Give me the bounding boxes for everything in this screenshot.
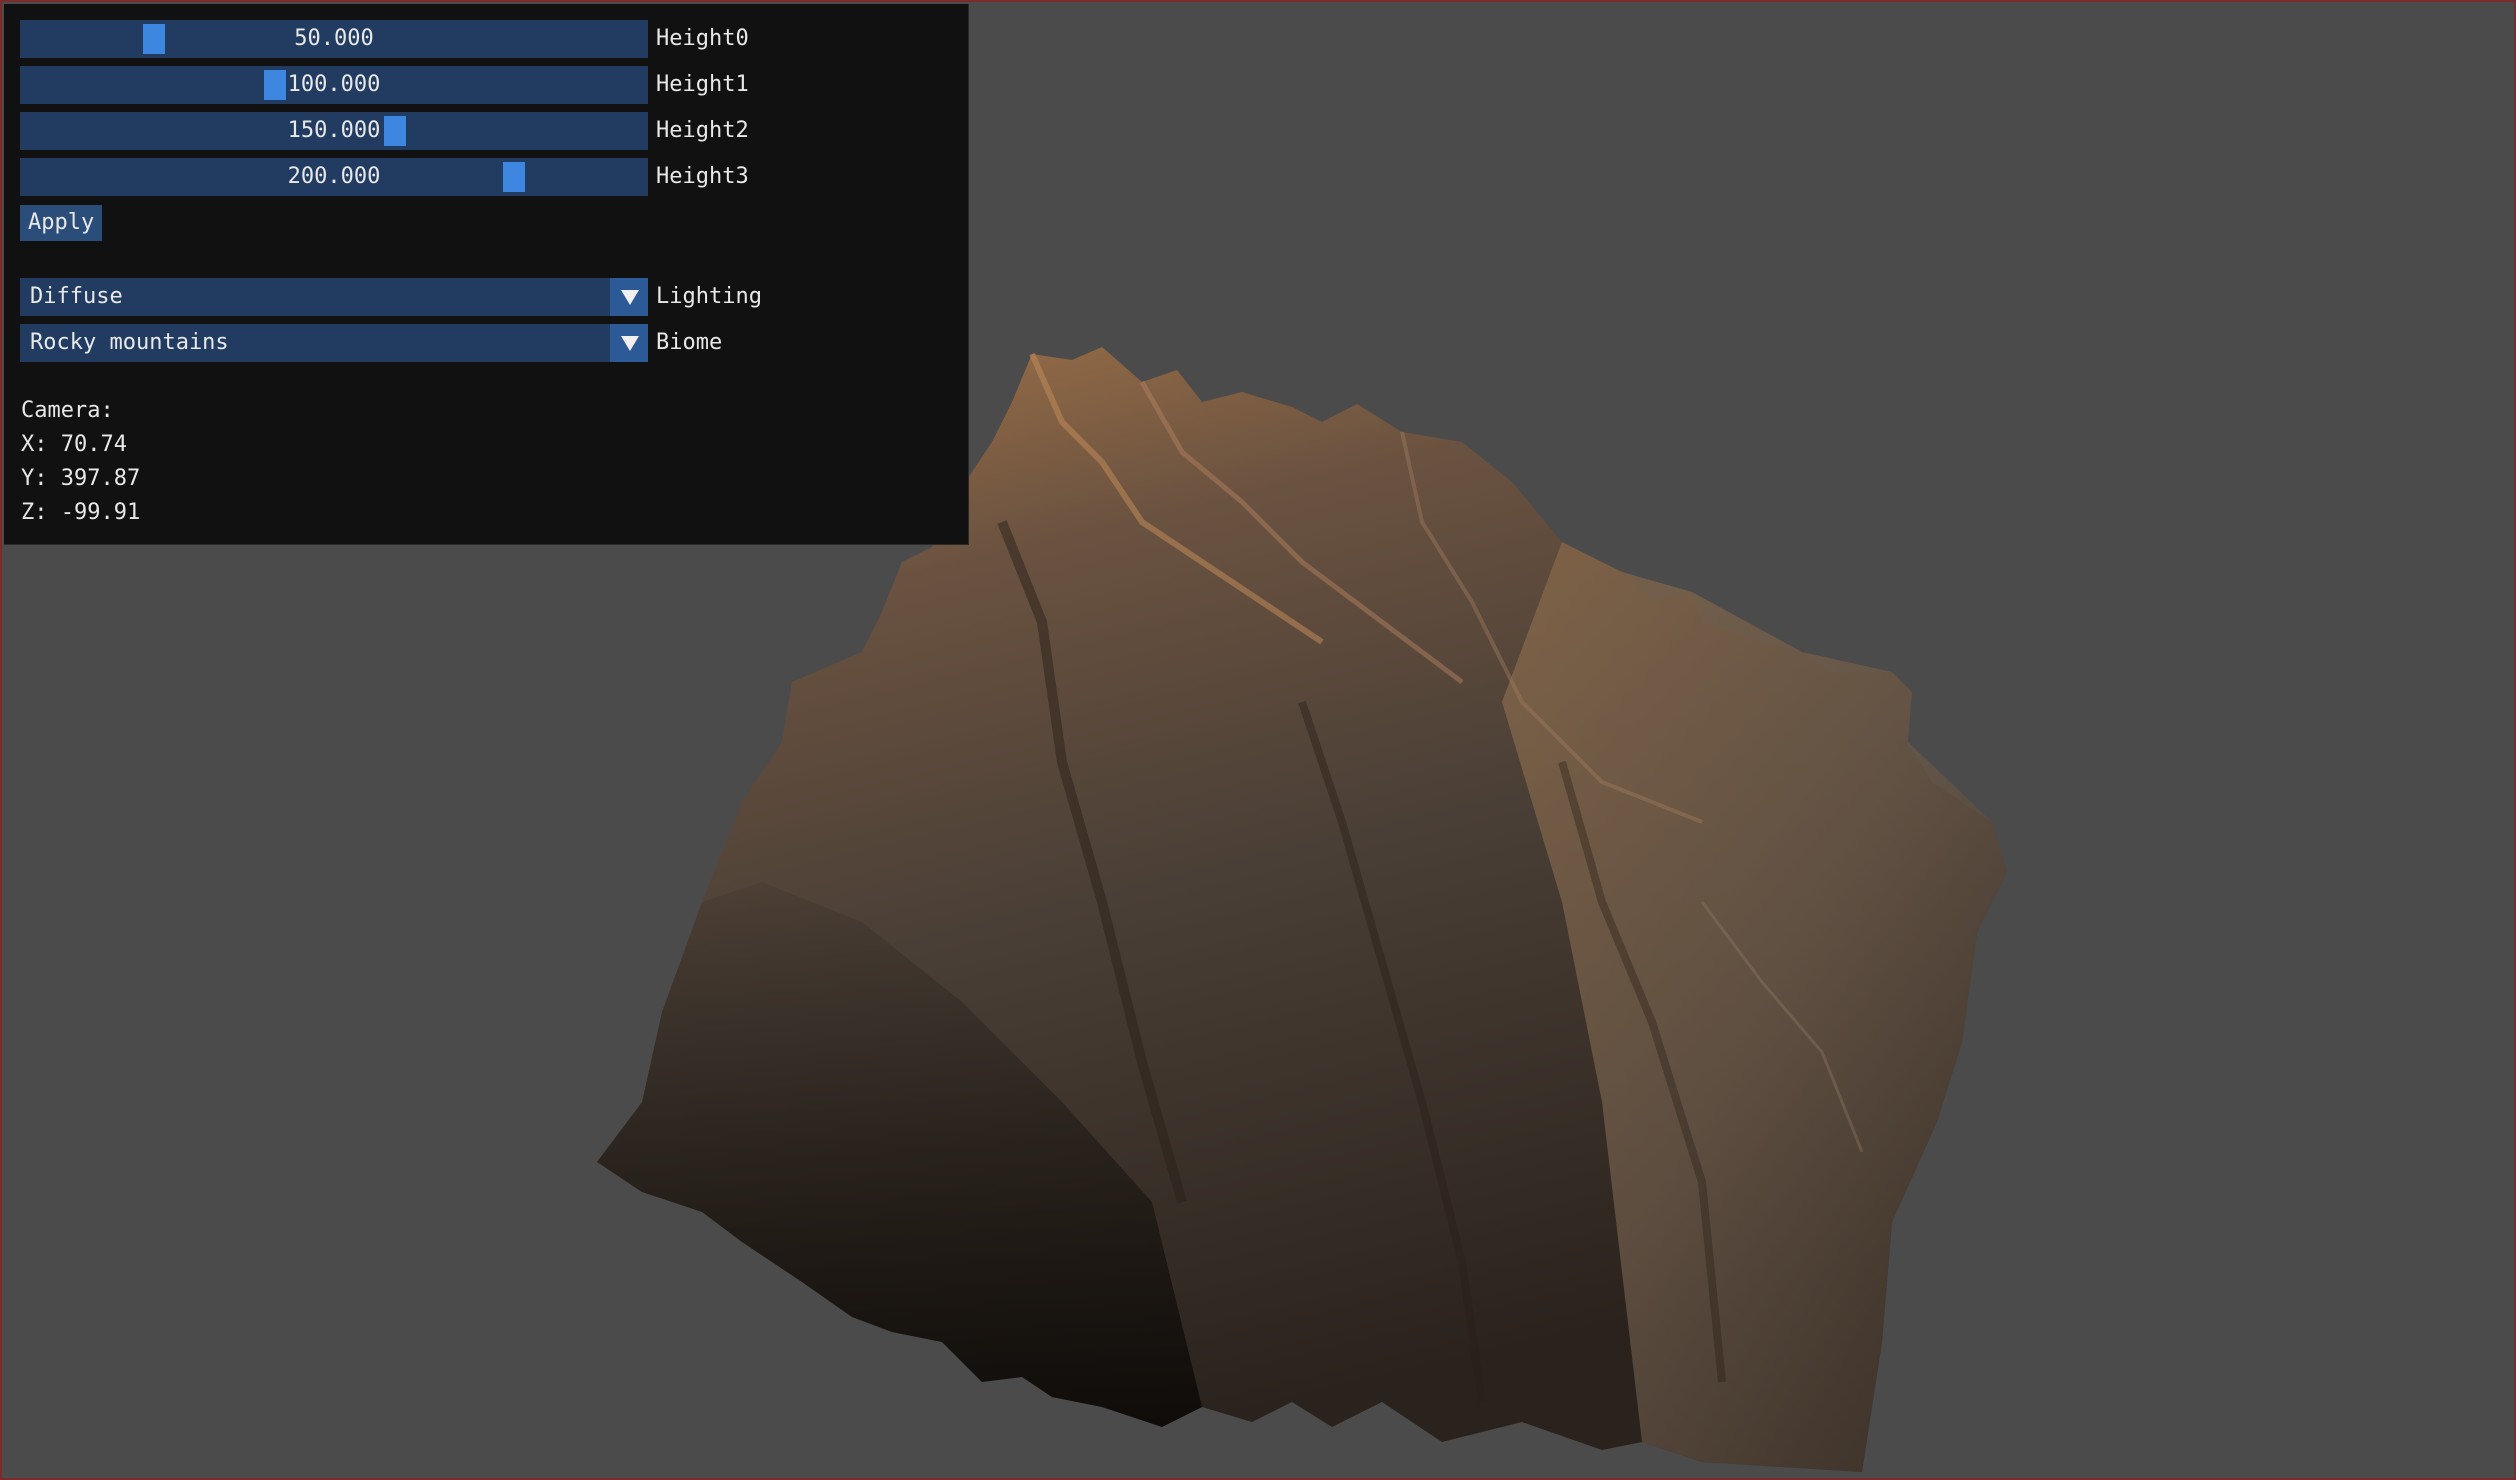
height0-label: Height0: [656, 26, 749, 51]
lighting-dropdown[interactable]: Diffuse: [20, 278, 648, 316]
height1-value: 100.000: [287, 72, 381, 97]
settings-panel: 50.000 Height0 100.000 Height1 150.000 H…: [4, 4, 969, 545]
chevron-down-icon[interactable]: [610, 278, 648, 316]
height0-value: 50.000: [294, 26, 374, 51]
chevron-down-icon[interactable]: [610, 324, 648, 362]
biome-label: Biome: [656, 330, 723, 355]
lighting-label: Lighting: [656, 284, 762, 309]
height2-label: Height2: [656, 118, 749, 143]
height1-slider[interactable]: 100.000: [20, 66, 648, 104]
camera-x: X: 70.74: [21, 432, 127, 457]
height2-value: 150.000: [287, 118, 381, 143]
3d-viewport[interactable]: 50.000 Height0 100.000 Height1 150.000 H…: [0, 0, 2516, 1480]
height2-slider[interactable]: 150.000: [20, 112, 648, 150]
height0-slider[interactable]: 50.000: [20, 20, 648, 58]
camera-title: Camera:: [21, 398, 114, 423]
camera-z: Z: -99.91: [21, 500, 141, 525]
lighting-value: Diffuse: [30, 284, 123, 309]
apply-button[interactable]: Apply: [20, 205, 103, 241]
height3-slider[interactable]: 200.000: [20, 158, 648, 196]
biome-value: Rocky mountains: [30, 330, 229, 355]
height3-value: 200.000: [287, 164, 381, 189]
biome-dropdown[interactable]: Rocky mountains: [20, 324, 648, 362]
height1-label: Height1: [656, 72, 749, 97]
height3-label: Height3: [656, 164, 749, 189]
camera-y: Y: 397.87: [21, 466, 141, 491]
